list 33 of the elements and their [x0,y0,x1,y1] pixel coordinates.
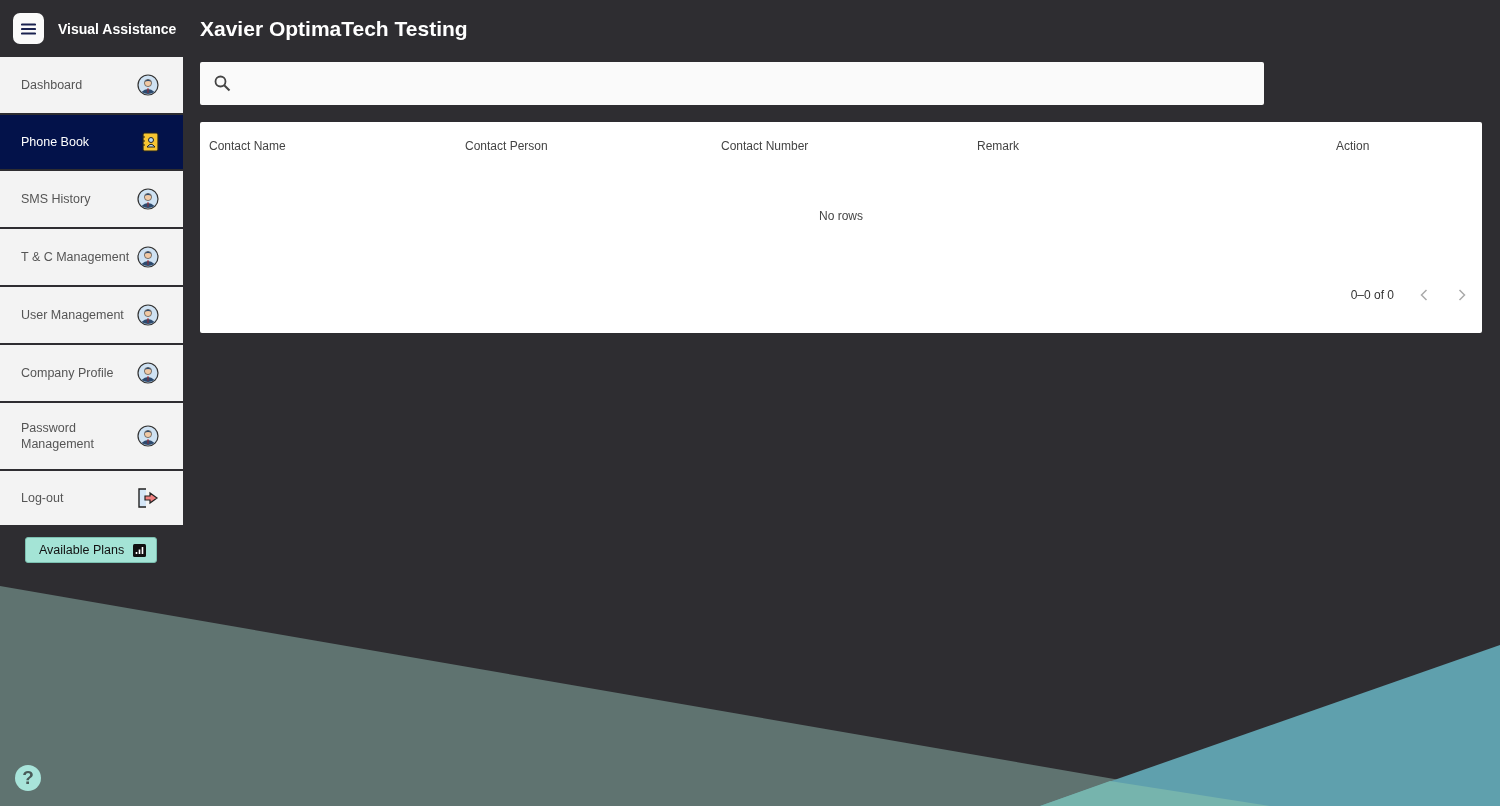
avatar-icon [137,425,159,447]
avatar-icon [137,188,159,210]
avatar-icon [137,246,159,268]
sidebar-item[interactable]: T & C Management [0,229,183,285]
app-name: Visual Assistance [58,20,177,37]
available-plans-button[interactable]: Available Plans [25,537,158,563]
sidebar-item[interactable]: Dashboard [0,57,183,113]
empty-message: No rows [819,209,863,223]
avatar-icon [137,74,159,96]
sidebar-item[interactable]: Log-out [0,471,183,525]
avatar-icon [137,362,159,384]
sidebar-item[interactable]: SMS History [0,171,183,227]
chevron-right-icon [1458,289,1466,301]
bar-chart-icon [133,543,147,557]
column-header: Remark [977,139,1020,153]
avatar-icon [137,304,159,326]
logout-icon [137,488,159,508]
column-header: Contact Number [721,139,810,153]
search-field[interactable] [200,62,1264,105]
column-header: Action [1336,139,1371,153]
sidebar-item[interactable]: Phone Book [0,115,183,169]
menu-button[interactable] [13,13,44,44]
sidebar-item[interactable]: User Management [0,287,183,343]
chevron-left-icon [1420,289,1428,301]
menu-icon [21,22,36,35]
sidebar-item[interactable]: Company Profile [0,345,183,401]
column-header: Contact Name [209,139,287,153]
contact-book-icon [141,132,159,152]
column-header: Contact Person [465,139,549,153]
search-icon [214,75,231,92]
page-title: Xavier OptimaTech Testing [200,15,469,42]
pagination-range: 0–0 of 0 [1350,288,1394,302]
sidebar-item[interactable]: Password Management [0,403,183,469]
